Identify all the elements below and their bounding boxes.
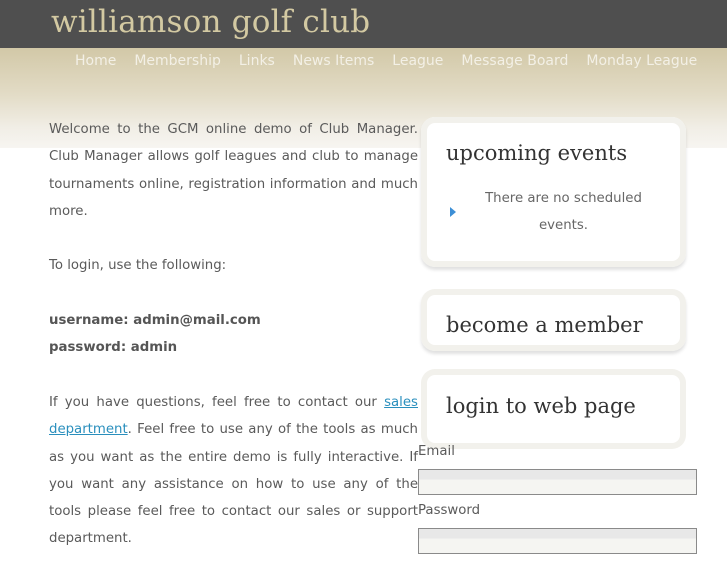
login-title: login to web page <box>446 394 636 418</box>
site-title[interactable]: williamson golf club <box>51 4 370 40</box>
header-bar: williamson golf club <box>0 0 727 48</box>
nav-monday-league[interactable]: Monday League <box>586 53 697 69</box>
password-field[interactable] <box>418 528 697 554</box>
nav-league[interactable]: League <box>392 53 443 69</box>
bullet-arrow-icon <box>450 207 456 217</box>
login-box: login to web page <box>421 369 686 449</box>
contact-text-before: If you have questions, feel free to cont… <box>49 394 385 410</box>
main-content: Welcome to the GCM online demo of Club M… <box>49 116 418 580</box>
email-label: Email <box>418 444 455 459</box>
intro-paragraph: Welcome to the GCM online demo of Club M… <box>49 122 418 219</box>
nav-membership[interactable]: Membership <box>134 53 221 69</box>
credentials: username: admin@mail.com password: admin <box>49 307 418 362</box>
username-credential: username: admin@mail.com <box>49 313 261 329</box>
email-field[interactable] <box>418 469 697 495</box>
nav-home[interactable]: Home <box>75 53 116 69</box>
become-member-title[interactable]: become a member <box>446 313 643 337</box>
nav-news-items[interactable]: News Items <box>293 53 374 69</box>
upcoming-events-title: upcoming events <box>446 141 628 165</box>
password-credential: password: admin <box>49 340 178 356</box>
become-member-box[interactable]: become a member <box>421 289 686 351</box>
nav-links[interactable]: Links <box>239 53 275 69</box>
contact-text-after: . Feel free to use any of the tools as m… <box>49 422 418 547</box>
nav-message-board[interactable]: Message Board <box>461 53 568 69</box>
login-hint: To login, use the following: <box>49 258 227 274</box>
upcoming-events-box: upcoming events There are no scheduled e… <box>421 117 686 267</box>
main-nav: Home Membership Links News Items League … <box>75 53 697 69</box>
contact-paragraph: If you have questions, feel free to cont… <box>49 389 418 553</box>
no-events-message: There are no scheduled events. <box>485 191 642 233</box>
password-label: Password <box>418 503 481 518</box>
